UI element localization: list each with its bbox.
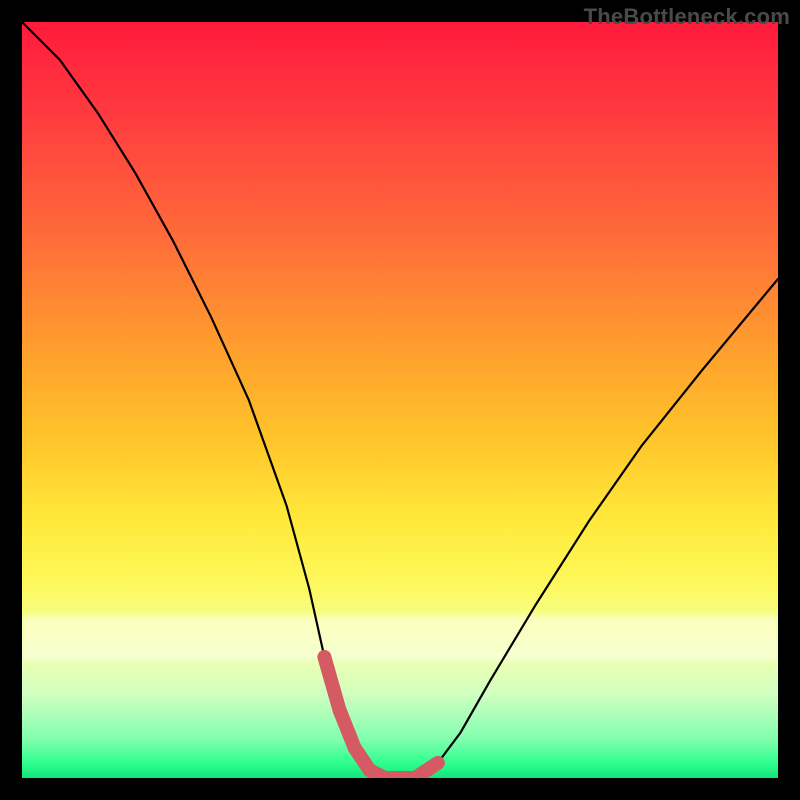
chart-frame: TheBottleneck.com bbox=[0, 0, 800, 800]
bottleneck-curve bbox=[22, 22, 778, 778]
optimal-range bbox=[324, 657, 437, 778]
plot-area bbox=[22, 22, 778, 778]
watermark-text: TheBottleneck.com bbox=[584, 4, 790, 30]
curve-layer bbox=[22, 22, 778, 778]
